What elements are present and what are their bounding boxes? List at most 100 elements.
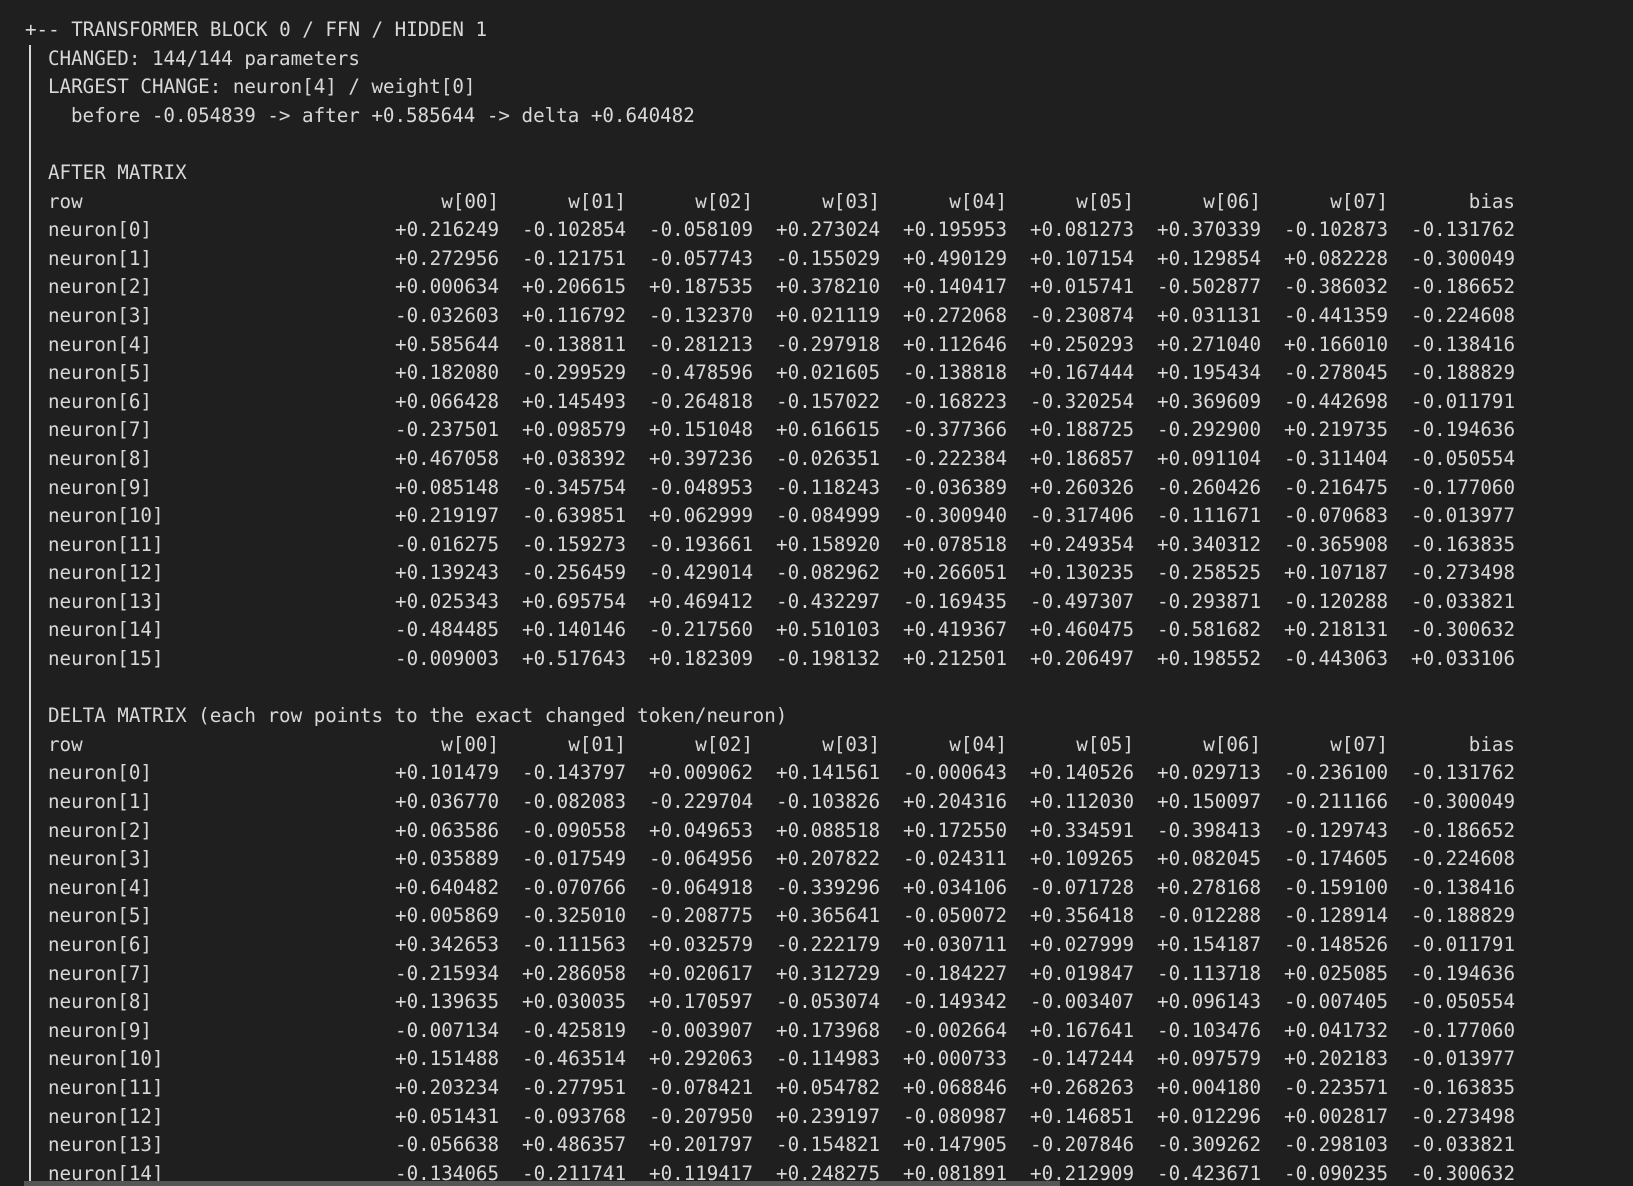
matrix-cell: +0.000733	[903, 1047, 1007, 1071]
row-label: neuron[4]	[48, 875, 152, 899]
matrix-cell: -0.111563	[522, 933, 626, 956]
matrix-row: neuron[0] +0.216249 -0.102854 -0.058109 +0.2…	[0, 216, 1633, 245]
matrix-cell: -0.194636	[1411, 418, 1515, 442]
matrix-cell: -0.497307	[1030, 589, 1134, 613]
row-label: neuron[8]	[48, 446, 152, 470]
matrix-cell: -0.053074	[776, 990, 880, 1014]
matrix-cell: -0.174605	[1284, 847, 1388, 871]
matrix-cell: -0.278045	[1284, 361, 1388, 385]
matrix-cell: -0.432297	[776, 589, 880, 613]
matrix-cell: -0.148526	[1284, 933, 1388, 956]
matrix-cell: +0.033106	[1411, 647, 1515, 671]
matrix-cell: -0.230874	[1030, 303, 1134, 327]
delta-matrix-title-line: DELTA MATRIX (each row points to the exa…	[0, 702, 1633, 731]
matrix-cell: +0.078518	[903, 532, 1007, 556]
matrix-cell: -0.159273	[522, 532, 626, 556]
matrix-cell: +0.068846	[903, 1075, 1007, 1099]
row-label: neuron[1]	[48, 790, 152, 814]
terminal-output[interactable]: +-- TRANSFORMER BLOCK 0 / FFN / HIDDEN 1…	[0, 0, 1633, 1186]
matrix-cell: +0.286058	[522, 961, 626, 985]
column-header: w[04]	[949, 189, 1007, 213]
matrix-cell: +0.585644	[395, 332, 499, 356]
matrix-cell: +0.278168	[1157, 875, 1261, 899]
row-label: neuron[6]	[48, 933, 152, 956]
matrix-cell: -0.024311	[903, 847, 1007, 871]
matrix-cell: -0.070766	[522, 875, 626, 899]
matrix-cell: +0.204316	[903, 790, 1007, 814]
column-header-row: row	[48, 189, 83, 213]
matrix-row: neuron[2] +0.063586 -0.090558 +0.049653 +0.0…	[0, 816, 1633, 846]
tree-gutter	[29, 873, 31, 903]
matrix-cell: +0.182080	[395, 361, 499, 385]
matrix-row: neuron[13] +0.025343 +0.695754 +0.469412 -0.…	[0, 587, 1633, 617]
matrix-cell: +0.147905	[903, 1133, 1007, 1157]
matrix-cell: -0.277951	[522, 1075, 626, 1099]
matrix-cell: -0.222384	[903, 446, 1007, 470]
matrix-cell: -0.113718	[1157, 961, 1261, 985]
matrix-row: neuron[5] +0.005869 -0.325010 -0.208775 +0.3…	[0, 902, 1633, 931]
matrix-cell: +0.173968	[776, 1018, 880, 1042]
tree-gutter	[29, 1102, 31, 1132]
horizontal-scrollbar[interactable]	[24, 1181, 1060, 1186]
row-label: neuron[6]	[48, 389, 152, 413]
matrix-cell: -0.131762	[1411, 761, 1515, 785]
column-header: w[01]	[568, 189, 626, 213]
matrix-cell: -0.000643	[903, 761, 1007, 785]
matrix-cell: +0.467058	[395, 446, 499, 470]
matrix-cell: +0.187535	[649, 275, 753, 299]
column-header: bias	[1468, 732, 1515, 756]
matrix-row: neuron[9] -0.007134 -0.425819 -0.003907 +0.1…	[0, 1016, 1633, 1046]
matrix-cell: -0.138811	[522, 332, 626, 356]
matrix-cell: -0.013977	[1411, 1047, 1515, 1071]
row-label: neuron[11]	[48, 1075, 164, 1099]
matrix-cell: +0.051431	[395, 1104, 499, 1128]
matrix-cell: +0.140526	[1030, 761, 1134, 785]
matrix-row: neuron[4] +0.640482 -0.070766 -0.064918 -0.3…	[0, 873, 1633, 903]
matrix-cell: +0.021119	[776, 303, 880, 327]
matrix-cell: +0.419367	[903, 618, 1007, 642]
matrix-cell: +0.098579	[522, 418, 626, 442]
changed-summary: CHANGED: 144/144 parameters	[48, 46, 360, 70]
tree-gutter	[29, 130, 31, 159]
tree-gutter	[29, 845, 31, 874]
tree-gutter	[29, 359, 31, 388]
matrix-cell: -0.184227	[903, 961, 1007, 985]
matrix-cell: +0.146851	[1030, 1104, 1134, 1128]
matrix-row: neuron[12] +0.051431 -0.093768 -0.207950 +0.…	[0, 1102, 1633, 1132]
column-header: w[02]	[695, 732, 753, 756]
matrix-cell: -0.032603	[395, 303, 499, 327]
matrix-cell: +0.019847	[1030, 961, 1134, 985]
row-label: neuron[0]	[48, 761, 152, 785]
matrix-cell: +0.139635	[395, 990, 499, 1014]
row-label: neuron[13]	[48, 1133, 164, 1157]
matrix-cell: -0.223571	[1284, 1075, 1388, 1099]
matrix-cell: +0.198552	[1157, 647, 1261, 671]
matrix-cell: +0.154187	[1157, 933, 1261, 956]
matrix-cell: -0.120288	[1284, 589, 1388, 613]
matrix-cell: +0.369609	[1157, 389, 1261, 413]
after-matrix-header: row w[00] w[01] w[02] w[03] w[04] w[05] …	[0, 187, 1633, 217]
matrix-row: neuron[15] -0.009003 +0.517643 +0.182309 -0.…	[0, 645, 1633, 674]
matrix-cell: +0.027999	[1030, 933, 1134, 956]
matrix-cell: -0.325010	[522, 904, 626, 928]
tree-gutter	[29, 673, 31, 703]
matrix-row: neuron[13] -0.056638 +0.486357 +0.201797 -0.…	[0, 1131, 1633, 1160]
matrix-row: neuron[11] -0.016275 -0.159273 -0.193661 +0.…	[0, 530, 1633, 560]
matrix-cell: -0.017549	[522, 847, 626, 871]
matrix-cell: -0.211166	[1284, 790, 1388, 814]
matrix-row: neuron[9] +0.085148 -0.345754 -0.048953 -0.1…	[0, 473, 1633, 503]
matrix-cell: -0.103826	[776, 790, 880, 814]
matrix-cell: -0.026351	[776, 446, 880, 470]
matrix-cell: -0.036389	[903, 475, 1007, 499]
matrix-cell: -0.317406	[1030, 504, 1134, 528]
delta-matrix-rows: neuron[0] +0.101479 -0.143797 +0.009062 +0.1…	[0, 759, 1633, 1186]
matrix-cell: -0.177060	[1411, 475, 1515, 499]
tree-gutter	[29, 1131, 31, 1160]
matrix-cell: +0.021605	[776, 361, 880, 385]
matrix-cell: +0.517643	[522, 647, 626, 671]
matrix-cell: -0.186652	[1411, 818, 1515, 842]
column-header: w[07]	[1330, 732, 1388, 756]
matrix-cell: +0.129854	[1157, 246, 1261, 270]
matrix-cell: +0.140146	[522, 618, 626, 642]
matrix-row: neuron[1] +0.036770 -0.082083 -0.229704 -0.1…	[0, 788, 1633, 817]
